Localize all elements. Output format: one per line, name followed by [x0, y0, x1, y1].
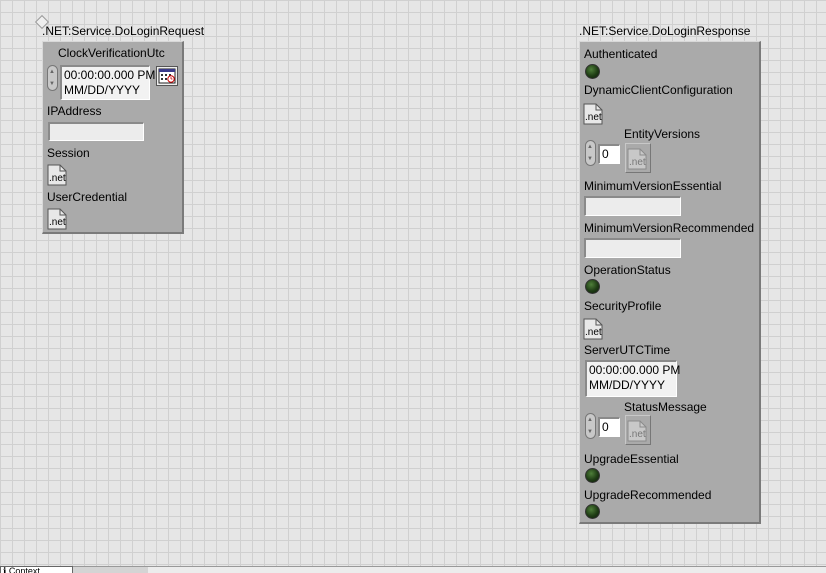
response-cluster-title: .NET:Service.DoLoginResponse [579, 24, 751, 38]
user-credential-net-text: .net [49, 217, 66, 228]
upgrade-recommended-led [585, 504, 600, 519]
clock-verification-timestamp[interactable]: 00:00:00.000 PM MM/DD/YYYY [60, 65, 156, 100]
dynamic-client-config-net-refnum: .net [583, 103, 603, 125]
security-profile-net-text: .net [585, 327, 602, 338]
operation-status-label: OperationStatus [584, 263, 671, 277]
status-message-label: StatusMessage [624, 400, 707, 414]
min-version-essential-field [584, 196, 681, 216]
spinner-up-icon[interactable]: ▲ [49, 68, 55, 76]
session-label: Session [47, 146, 90, 160]
status-message-element: .net [625, 415, 651, 445]
server-date-text: MM/DD/YYYY [589, 378, 666, 392]
request-cluster[interactable]: ClockVerificationUtc ▲ ▼ 00:00:00.000 PM… [42, 41, 184, 234]
clock-date-text: MM/DD/YYYY [64, 83, 141, 97]
user-credential-label: UserCredential [47, 190, 128, 204]
entity-versions-element: .net [625, 143, 651, 173]
spinner-down-icon[interactable]: ▼ [587, 428, 593, 436]
spinner-up-icon[interactable]: ▲ [587, 416, 593, 424]
spinner-down-icon[interactable]: ▼ [49, 80, 55, 88]
response-cluster[interactable]: Authenticated DynamicClientConfiguration… [579, 41, 761, 524]
dynamic-client-config-net-text: .net [585, 112, 602, 123]
server-utc-timestamp: 00:00:00.000 PM MM/DD/YYYY [585, 360, 681, 397]
spinner-up-icon[interactable]: ▲ [587, 143, 593, 151]
calendar-button[interactable] [156, 66, 178, 86]
upgrade-recommended-label: UpgradeRecommended [584, 488, 712, 502]
upgrade-essential-label: UpgradeEssential [584, 452, 679, 466]
server-time-text: 00:00:00.000 PM [589, 363, 681, 377]
entity-versions-index[interactable]: 0 [598, 144, 620, 164]
clock-time-text: 00:00:00.000 PM [64, 68, 156, 82]
entity-versions-net-refnum: .net [627, 148, 647, 170]
upgrade-essential-led [585, 468, 600, 483]
status-message-index-spinner[interactable]: ▲ ▼ [585, 413, 596, 439]
authenticated-label: Authenticated [584, 47, 658, 61]
status-message-index[interactable]: 0 [598, 417, 620, 437]
operation-status-led [585, 279, 600, 294]
session-net-refnum[interactable]: .net [47, 164, 67, 186]
dynamic-client-config-label: DynamicClientConfiguration [584, 83, 733, 97]
security-profile-label: SecurityProfile [584, 299, 662, 313]
spinner-down-icon[interactable]: ▼ [587, 155, 593, 163]
calendar-icon [158, 68, 176, 84]
session-net-text: .net [49, 173, 66, 184]
context-help-tab[interactable]: ℹ Context [0, 566, 73, 573]
ip-address-input[interactable] [48, 122, 144, 141]
clock-increment-spinner[interactable]: ▲ ▼ [47, 65, 58, 91]
security-profile-net-refnum: .net [583, 318, 603, 340]
status-message-net-refnum: .net [627, 420, 647, 442]
min-version-essential-label: MinimumVersionEssential [584, 179, 722, 193]
clock-verification-label: ClockVerificationUtc [58, 46, 165, 60]
server-utc-time-label: ServerUTCTime [584, 343, 671, 357]
user-credential-net-refnum[interactable]: .net [47, 208, 67, 230]
authenticated-led [585, 64, 600, 79]
status-message-net-text: .net [629, 429, 646, 440]
ip-address-label: IPAddress [47, 104, 102, 118]
entity-versions-index-spinner[interactable]: ▲ ▼ [585, 140, 596, 166]
request-cluster-title: .NET:Service.DoLoginRequest [42, 24, 205, 38]
min-version-recommended-label: MinimumVersionRecommended [584, 221, 755, 235]
min-version-recommended-field [584, 238, 681, 258]
entity-versions-label: EntityVersions [624, 127, 701, 141]
entity-versions-net-text: .net [629, 157, 646, 168]
horizontal-scrollbar[interactable] [148, 567, 826, 573]
